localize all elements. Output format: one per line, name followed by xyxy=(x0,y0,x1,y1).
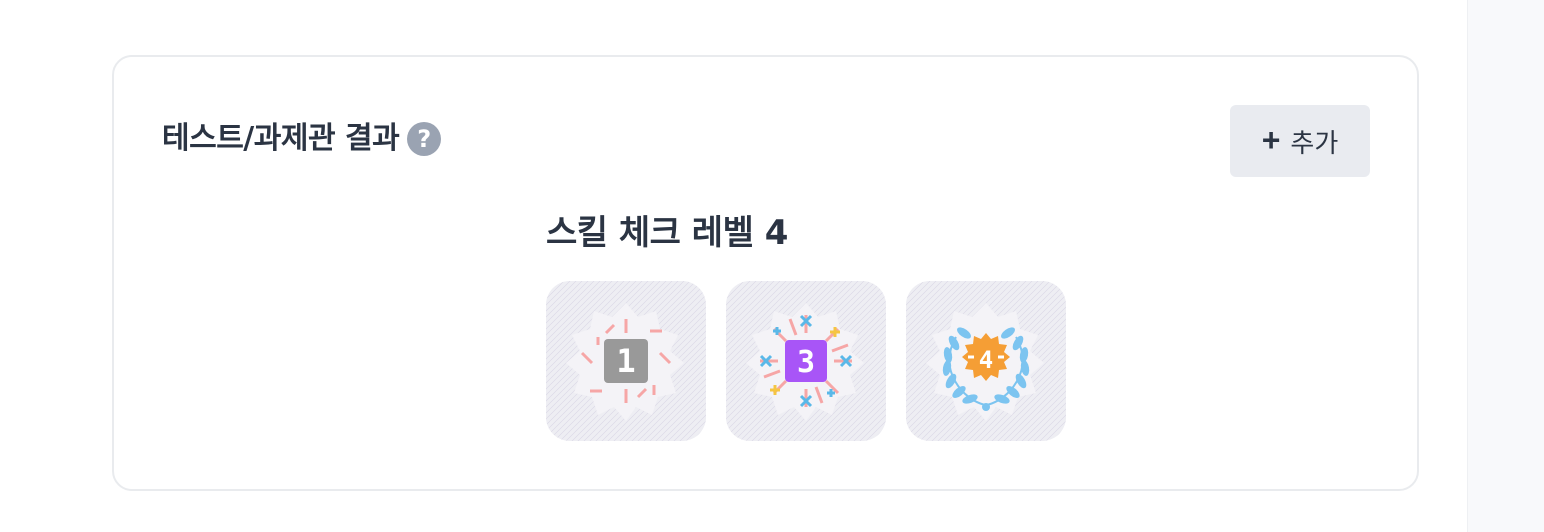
skill-check-title: 스킬 체크 레벨 4 xyxy=(546,213,788,253)
skill-check-section: 스킬 체크 레벨 4 1 3 4 xyxy=(546,209,1106,441)
level-3-badge[interactable]: 3 xyxy=(726,281,886,441)
level-3-badge-icon: 3 xyxy=(726,281,886,441)
help-icon[interactable]: ? xyxy=(407,122,442,156)
plus-icon: + xyxy=(1261,121,1281,158)
svg-text:3: 3 xyxy=(797,345,815,380)
level-1-badge-icon: 1 xyxy=(546,281,706,441)
level-4-badge[interactable]: 4 xyxy=(906,281,1066,441)
badge-list: 1 3 4 xyxy=(546,281,1106,441)
card-header: 테스트/과제관 결과 ? xyxy=(162,119,442,159)
level-4-badge-icon: 4 xyxy=(906,281,1066,441)
add-button[interactable]: + 추가 xyxy=(1230,105,1370,177)
card-title: 테스트/과제관 결과 xyxy=(162,121,400,156)
add-button-label: 추가 xyxy=(1290,127,1339,158)
right-gutter xyxy=(1467,0,1544,532)
svg-text:4: 4 xyxy=(979,346,993,374)
svg-text:1: 1 xyxy=(616,342,635,380)
test-results-card: 테스트/과제관 결과 ? + 추가 스킬 체크 레벨 4 1 3 4 xyxy=(112,55,1419,491)
level-1-badge[interactable]: 1 xyxy=(546,281,706,441)
page: 테스트/과제관 결과 ? + 추가 스킬 체크 레벨 4 1 3 4 xyxy=(0,0,1544,532)
